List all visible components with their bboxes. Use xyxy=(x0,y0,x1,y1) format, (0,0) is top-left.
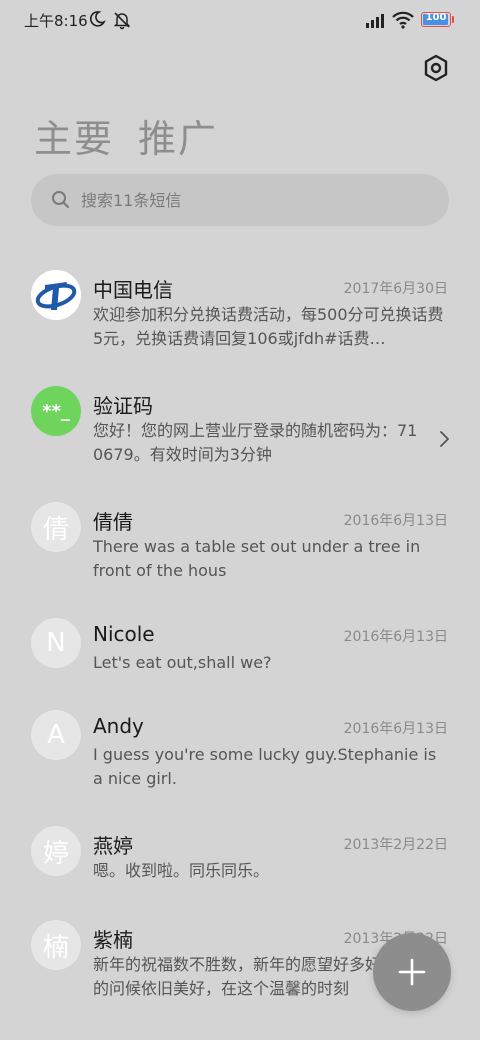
conversation-list: 中国电信 2017年6月30日 欢迎参加积分兑换话费活动，每500分可兑换话费5… xyxy=(0,250,480,1016)
conversation-preview: I guess you're some lucky guy.Stephanie … xyxy=(93,745,437,788)
status-bar: 上午8:16 100 xyxy=(0,0,480,40)
conversation-date: 2017年6月30日 xyxy=(343,281,448,297)
conversation-date: 2016年6月13日 xyxy=(343,721,448,737)
conversation-preview: 您好！您的网上营业厅登录的随机密码为：710679。有效时间为3分钟 xyxy=(93,421,418,464)
avatar-text: N xyxy=(46,628,66,658)
avatar-text: **_ xyxy=(42,400,70,422)
avatar: 婷 xyxy=(31,826,81,876)
conversation-name: Nicole xyxy=(93,622,155,646)
conversation-name: 中国电信 xyxy=(93,278,173,302)
avatar: 倩 xyxy=(31,502,81,552)
china-telecom-logo-icon xyxy=(31,270,81,320)
new-message-button[interactable] xyxy=(373,933,451,1011)
avatar: A xyxy=(31,710,81,760)
settings-button[interactable] xyxy=(420,52,452,84)
conversation-item[interactable]: 倩 倩倩 2016年6月13日 There was a table set ou… xyxy=(0,482,480,598)
conversation-preview: There was a table set out under a tree i… xyxy=(93,537,421,580)
mute-icon xyxy=(112,10,132,34)
conversation-item[interactable]: 婷 燕婷 2013年2月22日 嗯。收到啦。同乐同乐。 xyxy=(0,806,480,900)
conversation-item[interactable]: N Nicole 2016年6月13日 Let's eat out,shall … xyxy=(0,598,480,690)
conversation-date: 2016年6月13日 xyxy=(343,513,448,529)
avatar-text: A xyxy=(47,720,65,750)
battery-tip xyxy=(452,16,454,23)
avatar-text: 婷 xyxy=(42,838,69,869)
avatar: 楠 xyxy=(31,920,81,970)
moon-icon xyxy=(88,10,106,32)
conversation-name: 验证码 xyxy=(93,394,153,418)
conversation-name: 倩倩 xyxy=(93,510,133,534)
battery-icon: 100 xyxy=(421,12,451,27)
messages-screen: 上午8:16 100 主要 推广 搜索11条短信 中国电信 2017年6月30日… xyxy=(0,0,480,1040)
avatar: N xyxy=(31,618,81,668)
avatar xyxy=(31,270,81,320)
avatar: **_ xyxy=(31,386,81,436)
conversation-name: 紫楠 xyxy=(93,928,133,952)
search-icon xyxy=(51,190,71,214)
tab-primary[interactable]: 主要 xyxy=(34,108,114,163)
conversation-name: 燕婷 xyxy=(93,834,133,858)
conversation-preview: Let's eat out,shall we? xyxy=(93,653,272,672)
battery-level: 100 xyxy=(425,12,447,23)
conversation-date: 2016年6月13日 xyxy=(343,629,448,645)
avatar-text: 楠 xyxy=(42,932,69,963)
avatar-text: 倩 xyxy=(42,514,69,545)
signal-icon xyxy=(366,12,388,32)
conversation-item[interactable]: **_ 验证码 您好！您的网上营业厅登录的随机密码为：710679。有效时间为3… xyxy=(0,366,480,482)
category-tabs: 主要 推广 xyxy=(34,108,218,163)
hexagon-settings-icon xyxy=(424,54,448,82)
chevron-right-icon[interactable] xyxy=(438,430,450,452)
search-input[interactable] xyxy=(81,174,421,226)
conversation-item[interactable]: 中国电信 2017年6月30日 欢迎参加积分兑换话费活动，每500分可兑换话费5… xyxy=(0,250,480,366)
conversation-item[interactable]: A Andy 2016年6月13日 I guess you're some lu… xyxy=(0,690,480,806)
tab-promotions[interactable]: 推广 xyxy=(138,108,218,163)
conversation-name: Andy xyxy=(93,714,144,738)
plus-icon xyxy=(398,958,426,986)
conversation-preview: 嗯。收到啦。同乐同乐。 xyxy=(93,861,270,880)
status-time: 上午8:16 xyxy=(24,12,88,30)
search-bar[interactable] xyxy=(31,174,449,226)
conversation-date: 2013年2月22日 xyxy=(343,837,448,853)
conversation-preview: 欢迎参加积分兑换话费活动，每500分可兑换话费5元，兑换话费请回复106或jfd… xyxy=(93,305,444,348)
wifi-icon xyxy=(392,10,414,34)
